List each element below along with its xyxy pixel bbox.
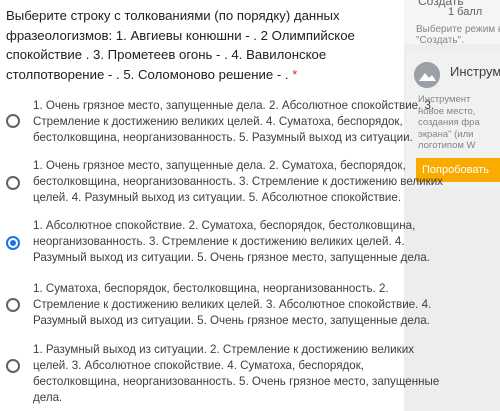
- option-label: 1. Суматоха, беспорядок, бестолковщина, …: [33, 282, 432, 327]
- radio-button[interactable]: [6, 359, 20, 373]
- radio-button[interactable]: [6, 298, 20, 312]
- side-hint: Выберите режим но "Создать".: [416, 24, 500, 46]
- required-mark: *: [292, 66, 298, 82]
- score-label: 1 балл: [448, 6, 483, 18]
- option-label: 1. Разумный выход из ситуации. 2. Стремл…: [33, 343, 440, 404]
- option-label: 1. Очень грязное место, запущенные дела.…: [33, 159, 443, 204]
- question-text: Выберите строку с толкованиями (по поряд…: [6, 8, 355, 82]
- tool-card-title: Инструме: [450, 64, 500, 79]
- option-label: 1. Очень грязное место, запущенные дела.…: [33, 99, 435, 144]
- radio-button-selected[interactable]: [6, 236, 20, 250]
- radio-button[interactable]: [6, 114, 20, 128]
- radio-button[interactable]: [6, 176, 20, 190]
- question-title: Выберите строку с толкованиями (по поряд…: [6, 6, 421, 84]
- option-label: 1. Абсолютное спокойствие. 2. Суматоха, …: [33, 219, 430, 264]
